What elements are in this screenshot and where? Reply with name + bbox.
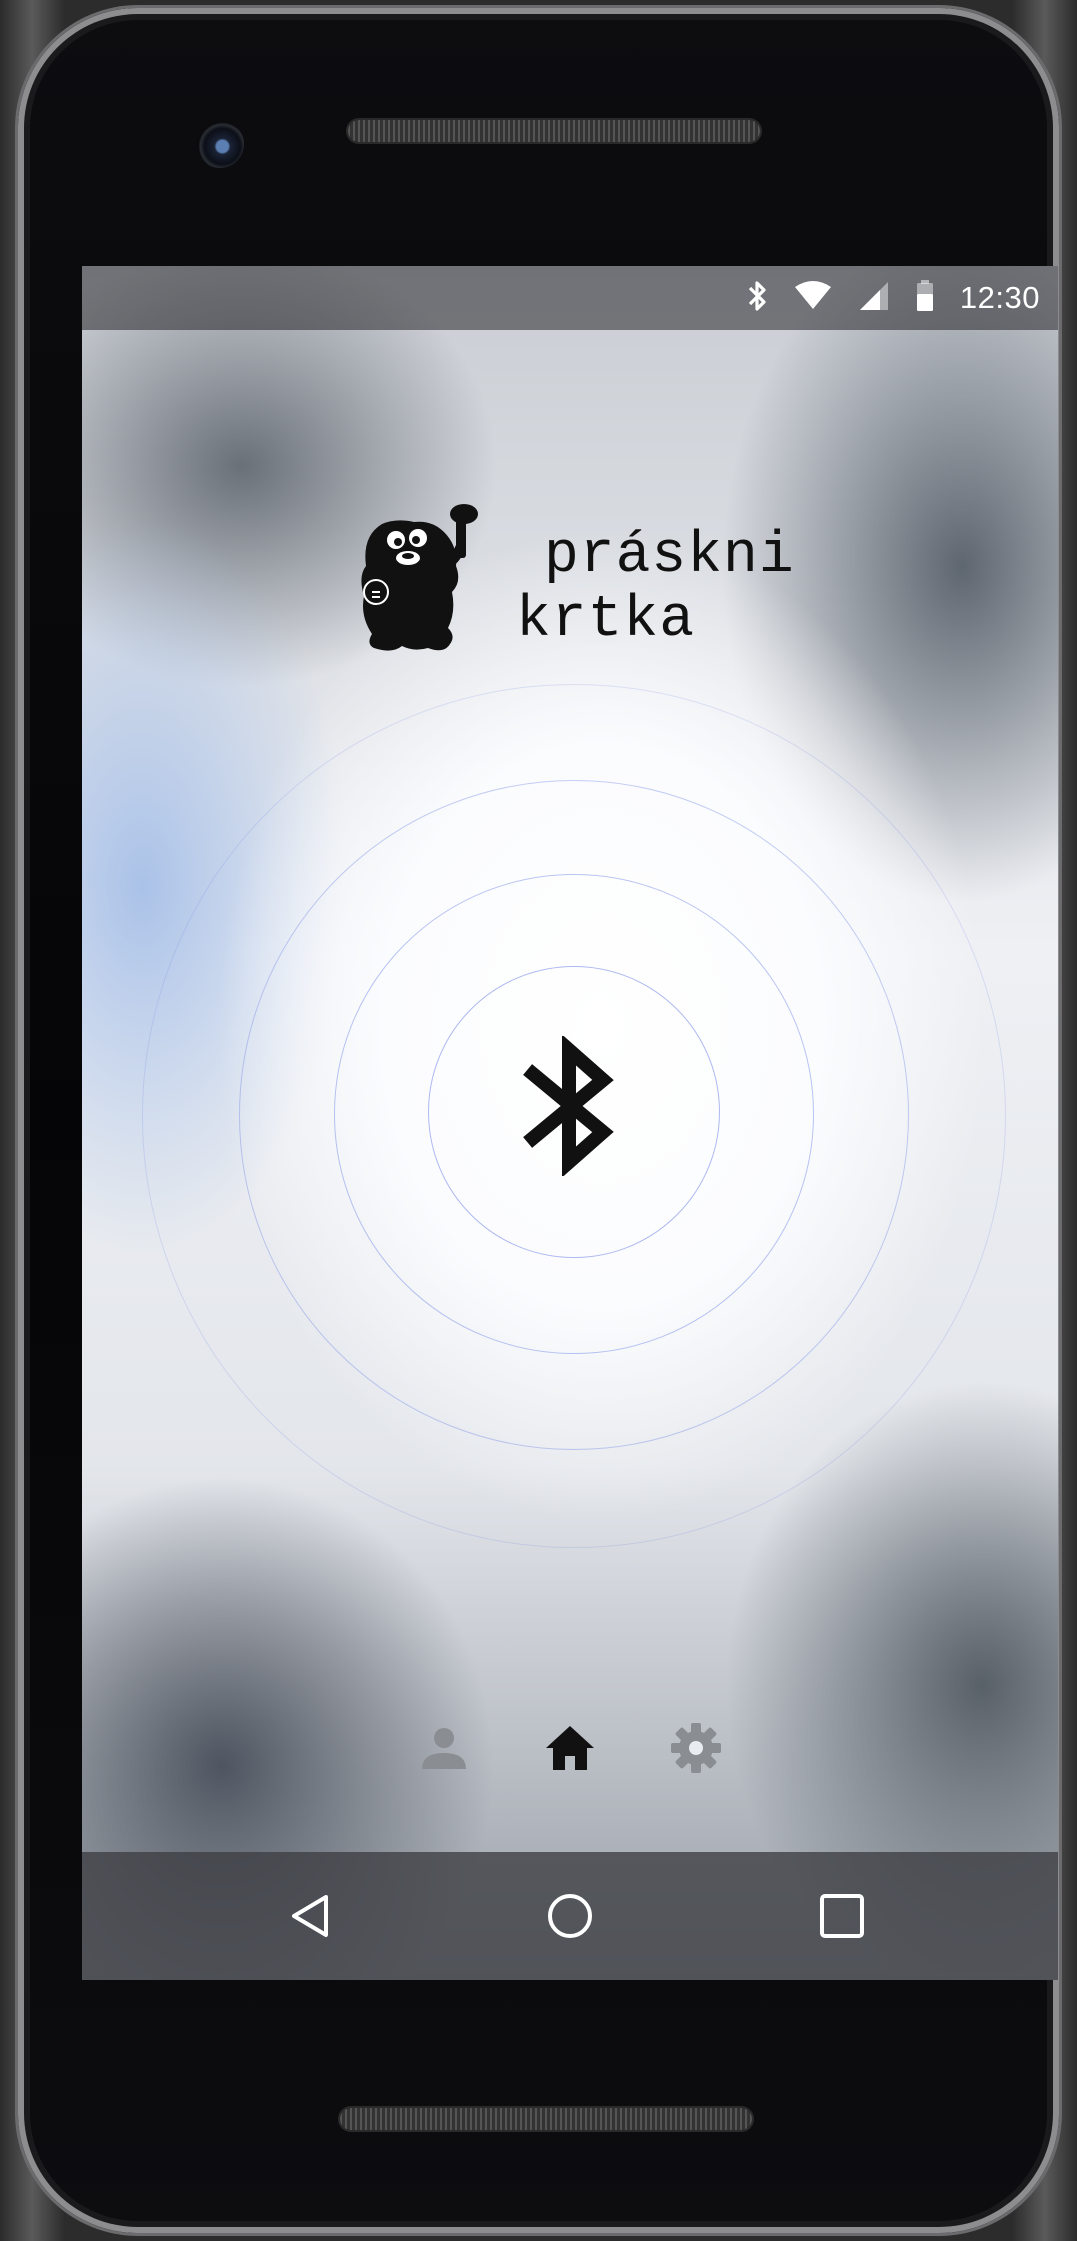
front-camera [196, 120, 244, 168]
nav-home-button[interactable] [538, 1884, 602, 1948]
tab-home[interactable] [538, 1716, 602, 1780]
back-icon [292, 1895, 328, 1937]
bottom-speaker [340, 2108, 752, 2130]
bluetooth-icon [523, 1034, 614, 1178]
home-icon [546, 1726, 594, 1770]
recents-square-icon [820, 1894, 864, 1938]
bluetooth-scan-button[interactable] [519, 1034, 629, 1178]
nav-back-button[interactable] [278, 1884, 342, 1948]
tab-settings[interactable] [664, 1716, 728, 1780]
person-icon [422, 1728, 466, 1769]
screen: 12:30 práskni krtka [82, 266, 1058, 1980]
system-navigation-bar [82, 1852, 1058, 1980]
bottom-tab-bar [82, 1696, 1058, 1796]
phone-frame: 12:30 práskni krtka [18, 8, 1059, 2233]
top-speaker [348, 120, 760, 142]
home-circle-icon [548, 1894, 592, 1938]
gear-icon [671, 1723, 721, 1773]
nav-recents-button[interactable] [810, 1884, 874, 1948]
tab-profile[interactable] [412, 1716, 476, 1780]
